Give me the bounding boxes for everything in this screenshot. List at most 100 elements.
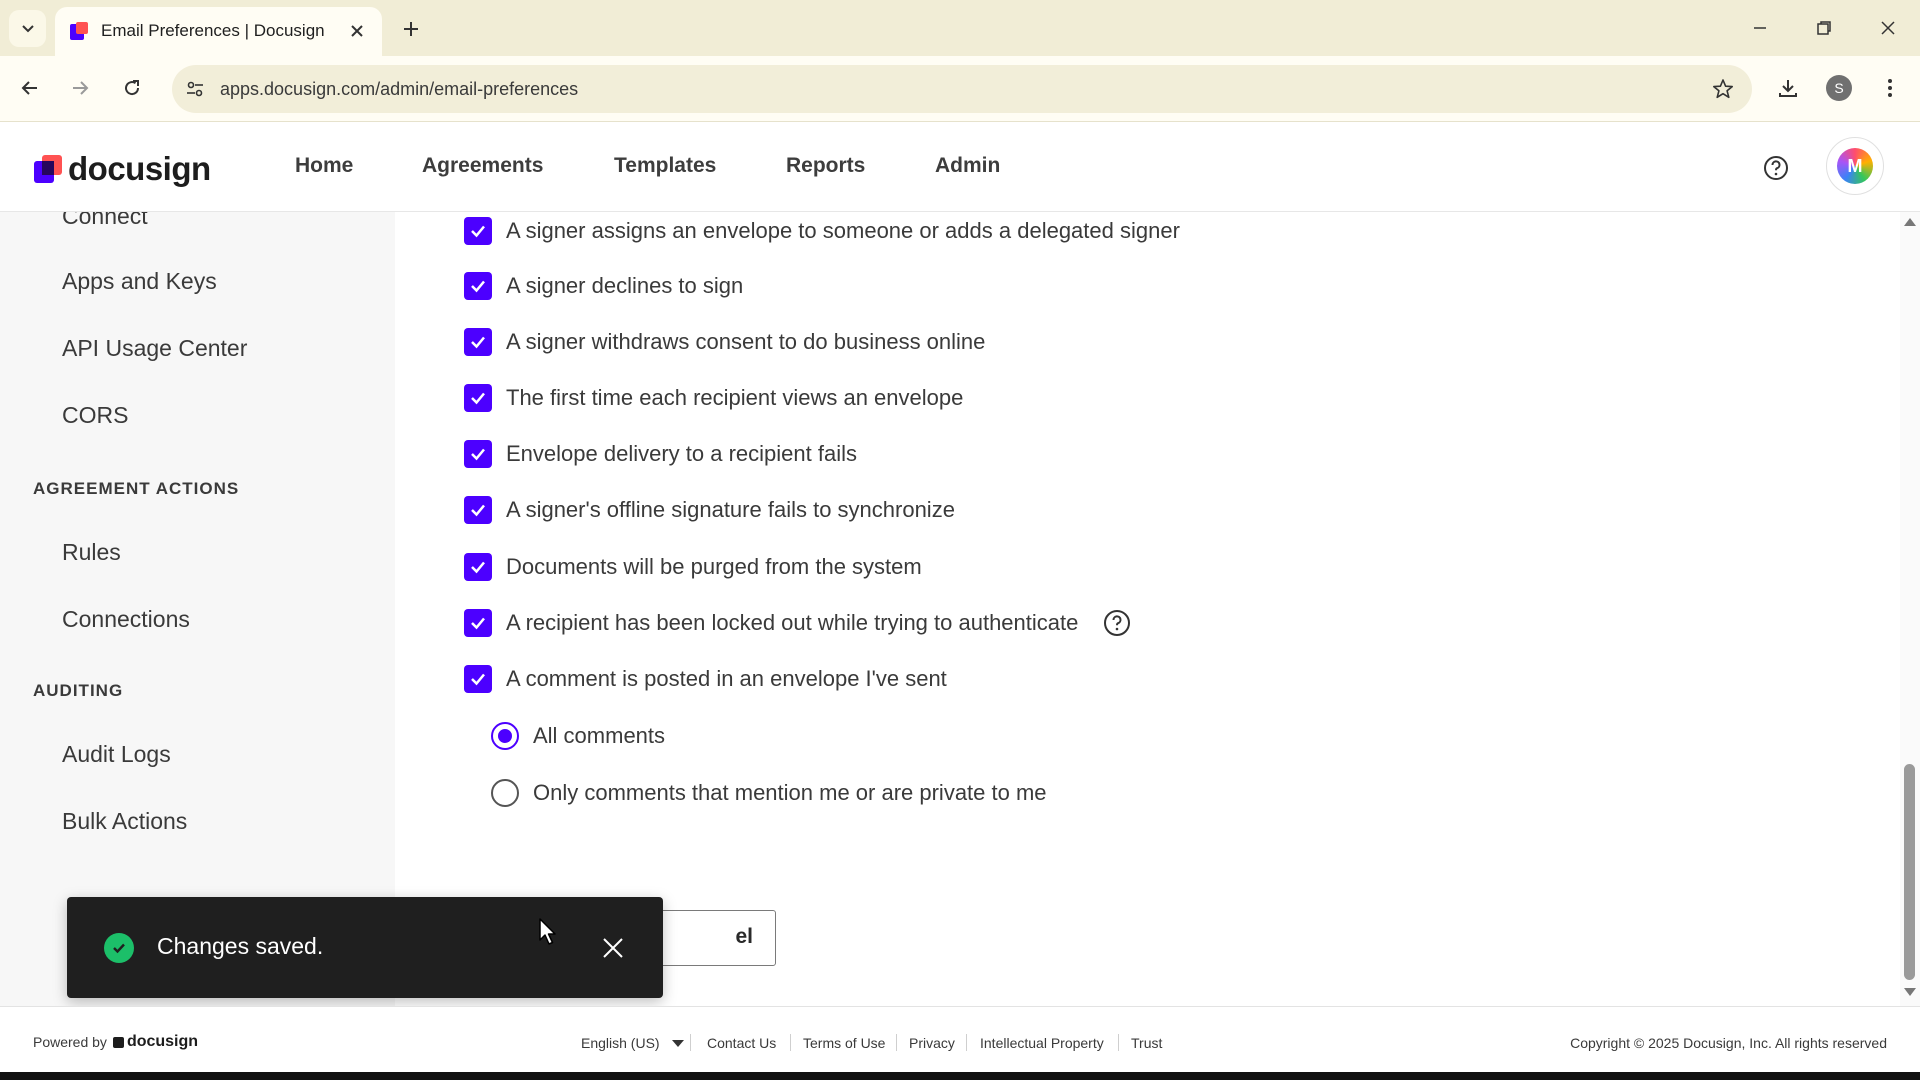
check-icon <box>471 280 485 293</box>
option-label: The first time each recipient views an e… <box>506 385 964 410</box>
option-row[interactable]: A signer withdraws consent to do busines… <box>464 327 985 357</box>
docusign-favicon-icon <box>70 22 88 40</box>
success-check-icon <box>104 933 134 963</box>
option-row[interactable]: A signer's offline signature fails to sy… <box>464 495 955 525</box>
option-label: Documents will be purged from the system <box>506 554 922 579</box>
tab-close-button[interactable] <box>345 19 369 43</box>
restore-button[interactable] <box>1804 12 1844 44</box>
docusign-logo[interactable]: docusign <box>34 150 211 188</box>
checkbox-checked[interactable] <box>464 440 492 468</box>
option-row[interactable]: A comment is posted in an envelope I've … <box>464 664 947 694</box>
app-header: docusign Home Agreements Templates Repor… <box>0 122 1920 212</box>
toast-message: Changes saved. <box>157 933 324 959</box>
user-avatar-button[interactable]: M <box>1826 137 1884 195</box>
option-label: A signer assigns an envelope to someone … <box>506 218 1180 243</box>
download-icon <box>1779 80 1797 97</box>
footer-divider <box>966 1034 967 1051</box>
scrollbar-thumb[interactable] <box>1904 764 1915 980</box>
docusign-logo-mark <box>34 155 62 183</box>
profile-button[interactable]: S <box>1821 70 1857 106</box>
check-icon <box>471 225 485 238</box>
sidebar-item-apps-and-keys[interactable]: Apps and Keys <box>62 268 217 295</box>
powered-by: Powered by docusign <box>33 1033 198 1051</box>
check-icon <box>471 336 485 349</box>
radio-all-comments[interactable]: All comments <box>491 721 665 751</box>
forward-button[interactable] <box>62 70 98 106</box>
scroll-up-arrow-icon[interactable] <box>1904 218 1916 226</box>
powered-by-text: Powered by <box>33 1034 107 1050</box>
radio-label: All comments <box>533 723 666 748</box>
sidebar-item-bulk-actions[interactable]: Bulk Actions <box>62 808 187 835</box>
back-button[interactable] <box>12 70 48 106</box>
logo-text: docusign <box>68 150 211 187</box>
star-icon <box>1713 79 1733 99</box>
bookmark-button[interactable] <box>1710 76 1736 102</box>
footer-link-privacy[interactable]: Privacy <box>909 1035 955 1051</box>
checkbox-checked[interactable] <box>464 217 492 245</box>
scroll-down-arrow-icon[interactable] <box>1904 988 1916 996</box>
radio-mentions-only[interactable]: Only comments that mention me or are pri… <box>491 778 1047 808</box>
browser-menu-button[interactable] <box>1872 70 1908 106</box>
help-icon <box>1764 156 1788 180</box>
sidebar-item-audit-logs[interactable]: Audit Logs <box>62 741 171 768</box>
email-preferences-content: A signer assigns an envelope to someone … <box>395 212 1900 1006</box>
checkbox-checked[interactable] <box>464 665 492 693</box>
radio-unselected[interactable] <box>491 779 519 807</box>
nav-home[interactable]: Home <box>295 154 353 178</box>
address-bar[interactable]: apps.docusign.com/admin/email-preference… <box>172 65 1752 113</box>
footer-link-contact-us[interactable]: Contact Us <box>707 1035 776 1051</box>
option-row[interactable]: Envelope delivery to a recipient fails <box>464 439 857 469</box>
radio-selected[interactable] <box>491 722 519 750</box>
language-select[interactable]: English (US) <box>581 1035 684 1051</box>
browser-tab-active[interactable]: Email Preferences | Docusign <box>55 7 382 56</box>
help-icon <box>1104 610 1131 636</box>
sidebar-item-cors[interactable]: CORS <box>62 402 128 429</box>
checkbox-checked[interactable] <box>464 328 492 356</box>
option-row[interactable]: A recipient has been locked out while tr… <box>464 608 1132 638</box>
checkbox-checked[interactable] <box>464 384 492 412</box>
downloads-button[interactable] <box>1770 70 1806 106</box>
language-value: English (US) <box>581 1035 660 1051</box>
more-vert-icon <box>1888 79 1892 97</box>
lockout-help-button[interactable] <box>1102 608 1132 638</box>
reload-button[interactable] <box>114 70 150 106</box>
option-row[interactable]: A signer declines to sign <box>464 271 743 301</box>
sidebar-item-connect[interactable]: Connect <box>62 212 148 230</box>
admin-sidebar: Connect Apps and Keys API Usage Center C… <box>0 212 395 1006</box>
nav-agreements[interactable]: Agreements <box>422 154 543 178</box>
footer-link-intellectual-property[interactable]: Intellectual Property <box>980 1035 1104 1051</box>
footer-link-trust[interactable]: Trust <box>1131 1035 1162 1051</box>
nav-admin[interactable]: Admin <box>935 154 1000 178</box>
page-footer: Powered by docusign English (US) Contact… <box>0 1006 1920 1072</box>
tab-title: Email Preferences | Docusign <box>101 21 325 40</box>
help-button[interactable] <box>1762 154 1790 182</box>
checkbox-checked[interactable] <box>464 272 492 300</box>
screen-bottom-edge <box>0 1072 1920 1080</box>
option-label: A signer withdraws consent to do busines… <box>506 329 986 354</box>
sidebar-item-rules[interactable]: Rules <box>62 539 121 566</box>
sidebar-item-api-usage-center[interactable]: API Usage Center <box>62 335 247 362</box>
site-info-button[interactable] <box>182 76 208 102</box>
checkbox-checked[interactable] <box>464 609 492 637</box>
tune-icon <box>187 81 203 97</box>
footer-logo-text: docusign <box>126 1033 199 1050</box>
option-row[interactable]: The first time each recipient views an e… <box>464 383 963 413</box>
option-label: A signer declines to sign <box>506 273 744 298</box>
new-tab-button[interactable] <box>396 14 426 44</box>
nav-templates[interactable]: Templates <box>614 154 716 178</box>
success-toast: Changes saved. <box>67 897 663 998</box>
toast-close-button[interactable] <box>597 932 629 964</box>
option-row[interactable]: A signer assigns an envelope to someone … <box>464 216 1180 246</box>
option-row[interactable]: Documents will be purged from the system <box>464 552 922 582</box>
plus-icon <box>404 22 418 36</box>
footer-link-terms-of-use[interactable]: Terms of Use <box>803 1035 885 1051</box>
close-window-button[interactable] <box>1868 12 1908 44</box>
checkbox-checked[interactable] <box>464 496 492 524</box>
sidebar-item-connections[interactable]: Connections <box>62 606 190 633</box>
checkbox-checked[interactable] <box>464 553 492 581</box>
option-label: A signer's offline signature fails to sy… <box>506 497 955 522</box>
tab-search-button[interactable] <box>9 10 46 47</box>
nav-reports[interactable]: Reports <box>786 154 865 178</box>
minimize-button[interactable] <box>1740 12 1780 44</box>
url-text: apps.docusign.com/admin/email-preference… <box>220 79 579 99</box>
